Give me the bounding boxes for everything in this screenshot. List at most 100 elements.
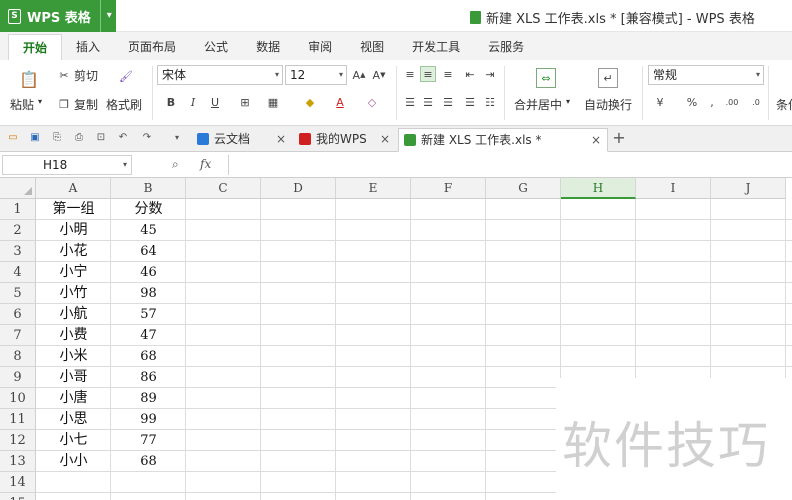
align-left-icon[interactable]: ☰ — [402, 94, 418, 110]
table-cell[interactable]: 68 — [111, 346, 186, 367]
comma-style-button[interactable]: , — [704, 94, 720, 110]
ribbon-tab[interactable]: 数据 — [242, 34, 294, 60]
table-cell[interactable]: 小航 — [36, 304, 111, 325]
table-cell[interactable]: 小竹 — [36, 283, 111, 304]
row-header[interactable]: 14 — [0, 472, 36, 493]
row-header[interactable]: 5 — [0, 283, 36, 304]
customize-toolbar-icon[interactable]: ▾ — [170, 131, 184, 145]
row-header[interactable]: 2 — [0, 220, 36, 241]
copy-button[interactable]: 复制 — [74, 96, 98, 113]
font-name-select[interactable]: 宋体 ▾ — [157, 65, 283, 85]
formula-input[interactable] — [228, 155, 792, 175]
select-all-corner[interactable] — [0, 178, 36, 199]
ribbon-tab[interactable]: 插入 — [62, 34, 114, 60]
print-preview-icon[interactable]: ⊡ — [94, 131, 108, 145]
distributed-icon[interactable]: ☷ — [482, 94, 498, 110]
row-header[interactable]: 4 — [0, 262, 36, 283]
table-cell[interactable]: 小费 — [36, 325, 111, 346]
open-folder-icon[interactable]: ▭ — [6, 131, 20, 145]
column-header[interactable]: D — [261, 178, 336, 199]
borders-icon[interactable]: ⊞ — [237, 94, 253, 110]
close-icon[interactable]: × — [380, 128, 390, 150]
fill-color-icon[interactable]: ◆ — [302, 94, 318, 110]
save-icon[interactable]: ▣ — [28, 131, 42, 145]
table-cell[interactable]: 小哥 — [36, 367, 111, 388]
zoom-icon[interactable]: ⌕ — [172, 157, 179, 172]
chevron-down-icon[interactable]: ▾ — [566, 97, 570, 106]
print-icon[interactable]: ⎙ — [72, 131, 86, 145]
ribbon-tab[interactable]: 视图 — [346, 34, 398, 60]
bold-button[interactable]: B — [163, 94, 179, 110]
name-box[interactable]: H18 ▾ — [2, 155, 132, 175]
decrease-font-icon[interactable]: A ▼ — [371, 67, 387, 83]
wrap-text-icon[interactable]: ↵ — [598, 68, 618, 88]
underline-button[interactable]: U — [207, 94, 223, 110]
table-cell[interactable]: 分数 — [111, 199, 186, 220]
table-cell[interactable]: 小唐 — [36, 388, 111, 409]
clear-format-icon[interactable]: ◇ — [364, 94, 380, 110]
table-cell[interactable]: 86 — [111, 367, 186, 388]
increase-font-icon[interactable]: A ▲ — [351, 67, 367, 83]
paste-button[interactable]: 粘贴 — [10, 96, 34, 113]
align-top-icon[interactable]: ≡ — [402, 66, 418, 82]
table-cell[interactable]: 小花 — [36, 241, 111, 262]
ribbon-tab[interactable]: 开发工具 — [398, 34, 474, 60]
redo-icon[interactable]: ↷ — [140, 131, 154, 145]
conditional-format-button[interactable]: 条件 — [776, 96, 792, 113]
table-cell[interactable]: 99 — [111, 409, 186, 430]
align-bottom-icon[interactable]: ≡ — [440, 66, 456, 82]
row-header[interactable]: 15 — [0, 493, 36, 500]
merge-center-icon[interactable]: ⇔ — [536, 68, 556, 88]
export-icon[interactable]: ⎘ — [50, 131, 64, 145]
paste-icon[interactable]: 📋 — [18, 68, 40, 90]
ribbon-tab[interactable]: 开始 — [8, 34, 63, 60]
table-cell[interactable]: 小宁 — [36, 262, 111, 283]
table-cell[interactable]: 64 — [111, 241, 186, 262]
table-cell[interactable]: 小明 — [36, 220, 111, 241]
cut-button[interactable]: 剪切 — [74, 67, 98, 84]
row-header[interactable]: 9 — [0, 367, 36, 388]
table-cell[interactable]: 小米 — [36, 346, 111, 367]
column-header[interactable]: H — [561, 178, 636, 199]
close-icon[interactable]: × — [276, 128, 286, 150]
column-header[interactable]: E — [336, 178, 411, 199]
decrease-decimal-icon[interactable]: .0 — [748, 94, 764, 110]
undo-icon[interactable]: ↶ — [116, 131, 130, 145]
table-cell[interactable]: 98 — [111, 283, 186, 304]
table-cell[interactable]: 89 — [111, 388, 186, 409]
brush-icon[interactable]: 🖌 — [118, 68, 134, 84]
justify-icon[interactable]: ☰ — [462, 94, 478, 110]
doc-tab[interactable]: 云文档 × — [192, 128, 292, 152]
table-cell[interactable]: 47 — [111, 325, 186, 346]
copy-icon[interactable]: ❐ — [56, 96, 72, 112]
table-cell[interactable]: 57 — [111, 304, 186, 325]
column-header[interactable]: J — [711, 178, 786, 199]
wrap-text-button[interactable]: 自动换行 — [584, 96, 632, 113]
align-center-icon[interactable]: ☰ — [420, 94, 436, 110]
table-cell[interactable]: 小七 — [36, 430, 111, 451]
table-cell[interactable]: 68 — [111, 451, 186, 472]
table-cell[interactable]: 小思 — [36, 409, 111, 430]
fx-icon[interactable]: fx — [200, 157, 211, 171]
italic-button[interactable]: I — [185, 94, 201, 110]
font-size-select[interactable]: 12 ▾ — [285, 65, 347, 85]
close-icon[interactable]: × — [591, 129, 601, 151]
ribbon-tab[interactable]: 云服务 — [474, 34, 538, 60]
ribbon-tab[interactable]: 页面布局 — [114, 34, 190, 60]
row-header[interactable]: 7 — [0, 325, 36, 346]
table-cell[interactable]: 小小 — [36, 451, 111, 472]
number-format-select[interactable]: 常规 ▾ — [648, 65, 764, 85]
row-header[interactable]: 3 — [0, 241, 36, 262]
indent-increase-icon[interactable]: ⇥ — [482, 66, 498, 82]
row-header[interactable]: 10 — [0, 388, 36, 409]
row-header[interactable]: 8 — [0, 346, 36, 367]
row-header[interactable]: 13 — [0, 451, 36, 472]
align-right-icon[interactable]: ☰ — [440, 94, 456, 110]
doc-tab[interactable]: 新建 XLS 工作表.xls * × — [398, 128, 608, 152]
table-cell[interactable]: 45 — [111, 220, 186, 241]
format-painter-button[interactable]: 格式刷 — [106, 96, 142, 113]
increase-decimal-icon[interactable]: .00 — [724, 94, 740, 110]
new-tab-plus-icon[interactable]: + — [612, 130, 626, 146]
percent-button[interactable]: % — [684, 94, 700, 110]
scissors-icon[interactable]: ✂ — [56, 67, 72, 83]
